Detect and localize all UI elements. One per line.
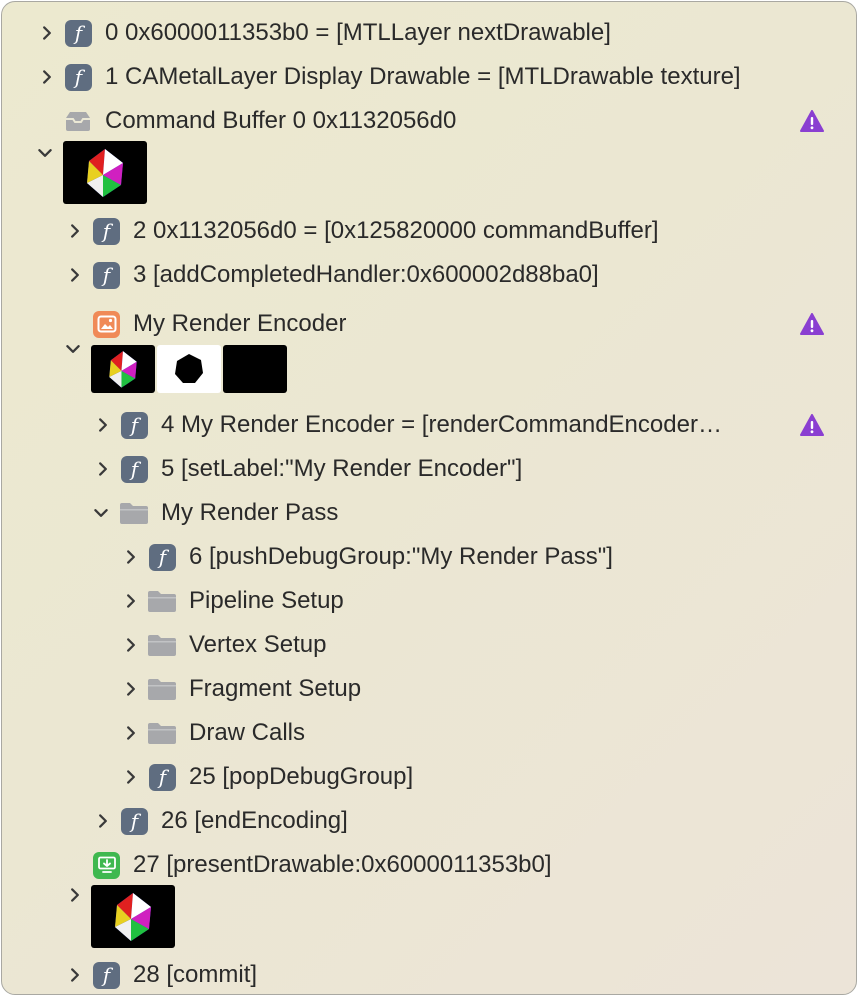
call-label: 0 0x6000011353b0 = [MTLLayer nextDrawabl… [105, 19, 611, 46]
call-label: 5 [setLabel:"My Render Encoder"] [161, 455, 523, 482]
black-thumbnail[interactable] [223, 345, 287, 393]
call-label: 1 CAMetalLayer Display Drawable = [MTLDr… [105, 63, 741, 90]
call-label: 25 [popDebugGroup] [189, 763, 414, 790]
folder-label: Fragment Setup [189, 675, 362, 702]
folder-label: Pipeline Setup [189, 587, 344, 614]
tree-row-call-28[interactable]: f 28 [commit] [2, 953, 856, 994]
chevron-right-icon[interactable] [122, 724, 140, 742]
chevron-right-icon[interactable] [122, 592, 140, 610]
call-label: 26 [endEncoding] [161, 807, 348, 834]
function-icon: f [121, 807, 148, 835]
chevron-right-icon[interactable] [122, 768, 140, 786]
tree-row-call-4[interactable]: f 4 My Render Encoder = [renderCommandEn… [2, 403, 856, 447]
folder-label: Vertex Setup [189, 631, 327, 658]
tree-row-call-26[interactable]: f 26 [endEncoding] [2, 799, 856, 843]
chevron-right-icon[interactable] [38, 68, 56, 86]
tree-row-call-27[interactable]: 27 [presentDrawable:0x6000011353b0] [2, 843, 856, 887]
render-thumbnail[interactable] [63, 141, 147, 204]
tree-row-render-pass[interactable]: My Render Pass [2, 491, 856, 535]
tree-row-vertex-setup[interactable]: Vertex Setup [2, 623, 856, 667]
chevron-right-icon[interactable] [94, 416, 112, 434]
warning-icon[interactable] [800, 414, 824, 436]
chevron-down-icon[interactable] [36, 144, 54, 162]
chevron-right-icon[interactable] [94, 812, 112, 830]
call-label: 4 My Render Encoder = [renderCommandEnco… [161, 411, 722, 438]
tree-row-fragment-setup[interactable]: Fragment Setup [2, 667, 856, 711]
chevron-right-icon[interactable] [66, 966, 84, 984]
chevron-down-icon[interactable] [64, 340, 82, 358]
call-label: 27 [presentDrawable:0x6000011353b0] [133, 851, 552, 878]
warning-icon[interactable] [800, 313, 824, 335]
warning-icon[interactable] [800, 110, 824, 132]
function-icon: f [65, 19, 92, 47]
call-label: 28 [commit] [133, 961, 258, 988]
function-icon: f [65, 63, 92, 91]
folder-icon [147, 588, 177, 614]
render-thumbnail[interactable] [91, 885, 175, 948]
function-icon: f [93, 217, 120, 245]
tree-row-call-25[interactable]: f 25 [popDebugGroup] [2, 755, 856, 799]
tree-row-call-5[interactable]: f 5 [setLabel:"My Render Encoder"] [2, 447, 856, 491]
tree-row-draw-calls[interactable]: Draw Calls [2, 711, 856, 755]
tree-row-call-0[interactable]: f 0 0x6000011353b0 = [MTLLayer nextDrawa… [2, 11, 856, 55]
tree-row-call-6[interactable]: f 6 [pushDebugGroup:"My Render Pass"] [2, 535, 856, 579]
command-buffer-label: Command Buffer 0 0x1132056d0 [105, 107, 457, 134]
function-icon: f [121, 411, 148, 439]
tree-row-call-3[interactable]: f 3 [addCompletedHandler:0x600002d88ba0] [2, 253, 856, 297]
tree-row-call-1[interactable]: f 1 CAMetalLayer Display Drawable = [MTL… [2, 55, 856, 99]
function-icon: f [93, 961, 120, 989]
render-encoder-label: My Render Encoder [133, 310, 347, 337]
call-label: 3 [addCompletedHandler:0x600002d88ba0] [133, 261, 599, 288]
command-buffer-icon [63, 108, 93, 135]
folder-label: My Render Pass [161, 499, 339, 526]
chevron-right-icon[interactable] [38, 24, 56, 42]
chevron-down-icon[interactable] [92, 504, 110, 522]
chevron-right-icon[interactable] [66, 222, 84, 240]
folder-icon [119, 500, 149, 526]
function-icon: f [121, 455, 148, 483]
function-icon: f [93, 261, 120, 289]
folder-icon [147, 632, 177, 658]
chevron-right-icon[interactable] [122, 680, 140, 698]
function-icon: f [149, 543, 176, 571]
tree-row-call-2[interactable]: f 2 0x1132056d0 = [0x125820000 commandBu… [2, 209, 856, 253]
call-label: 2 0x1132056d0 = [0x125820000 commandBuff… [133, 217, 659, 244]
present-drawable-icon [93, 851, 120, 879]
render-thumbnail[interactable] [91, 345, 155, 393]
chevron-right-icon[interactable] [122, 636, 140, 654]
folder-label: Draw Calls [189, 719, 306, 746]
chevron-right-icon[interactable] [66, 266, 84, 284]
chevron-right-icon[interactable] [94, 460, 112, 478]
tree-row-render-encoder[interactable]: My Render Encoder [2, 302, 856, 346]
debug-navigator-panel: f 0 0x6000011353b0 = [MTLLayer nextDrawa… [1, 1, 857, 995]
function-icon: f [149, 763, 176, 791]
depth-thumbnail[interactable] [157, 345, 221, 393]
chevron-right-icon[interactable] [122, 548, 140, 566]
tree-row-command-buffer[interactable]: Command Buffer 0 0x1132056d0 [2, 99, 856, 143]
folder-icon [147, 676, 177, 702]
render-encoder-icon [93, 310, 120, 338]
call-label: 6 [pushDebugGroup:"My Render Pass"] [189, 543, 613, 570]
tree-row-pipeline-setup[interactable]: Pipeline Setup [2, 579, 856, 623]
folder-icon [147, 720, 177, 746]
chevron-right-icon[interactable] [66, 886, 84, 904]
